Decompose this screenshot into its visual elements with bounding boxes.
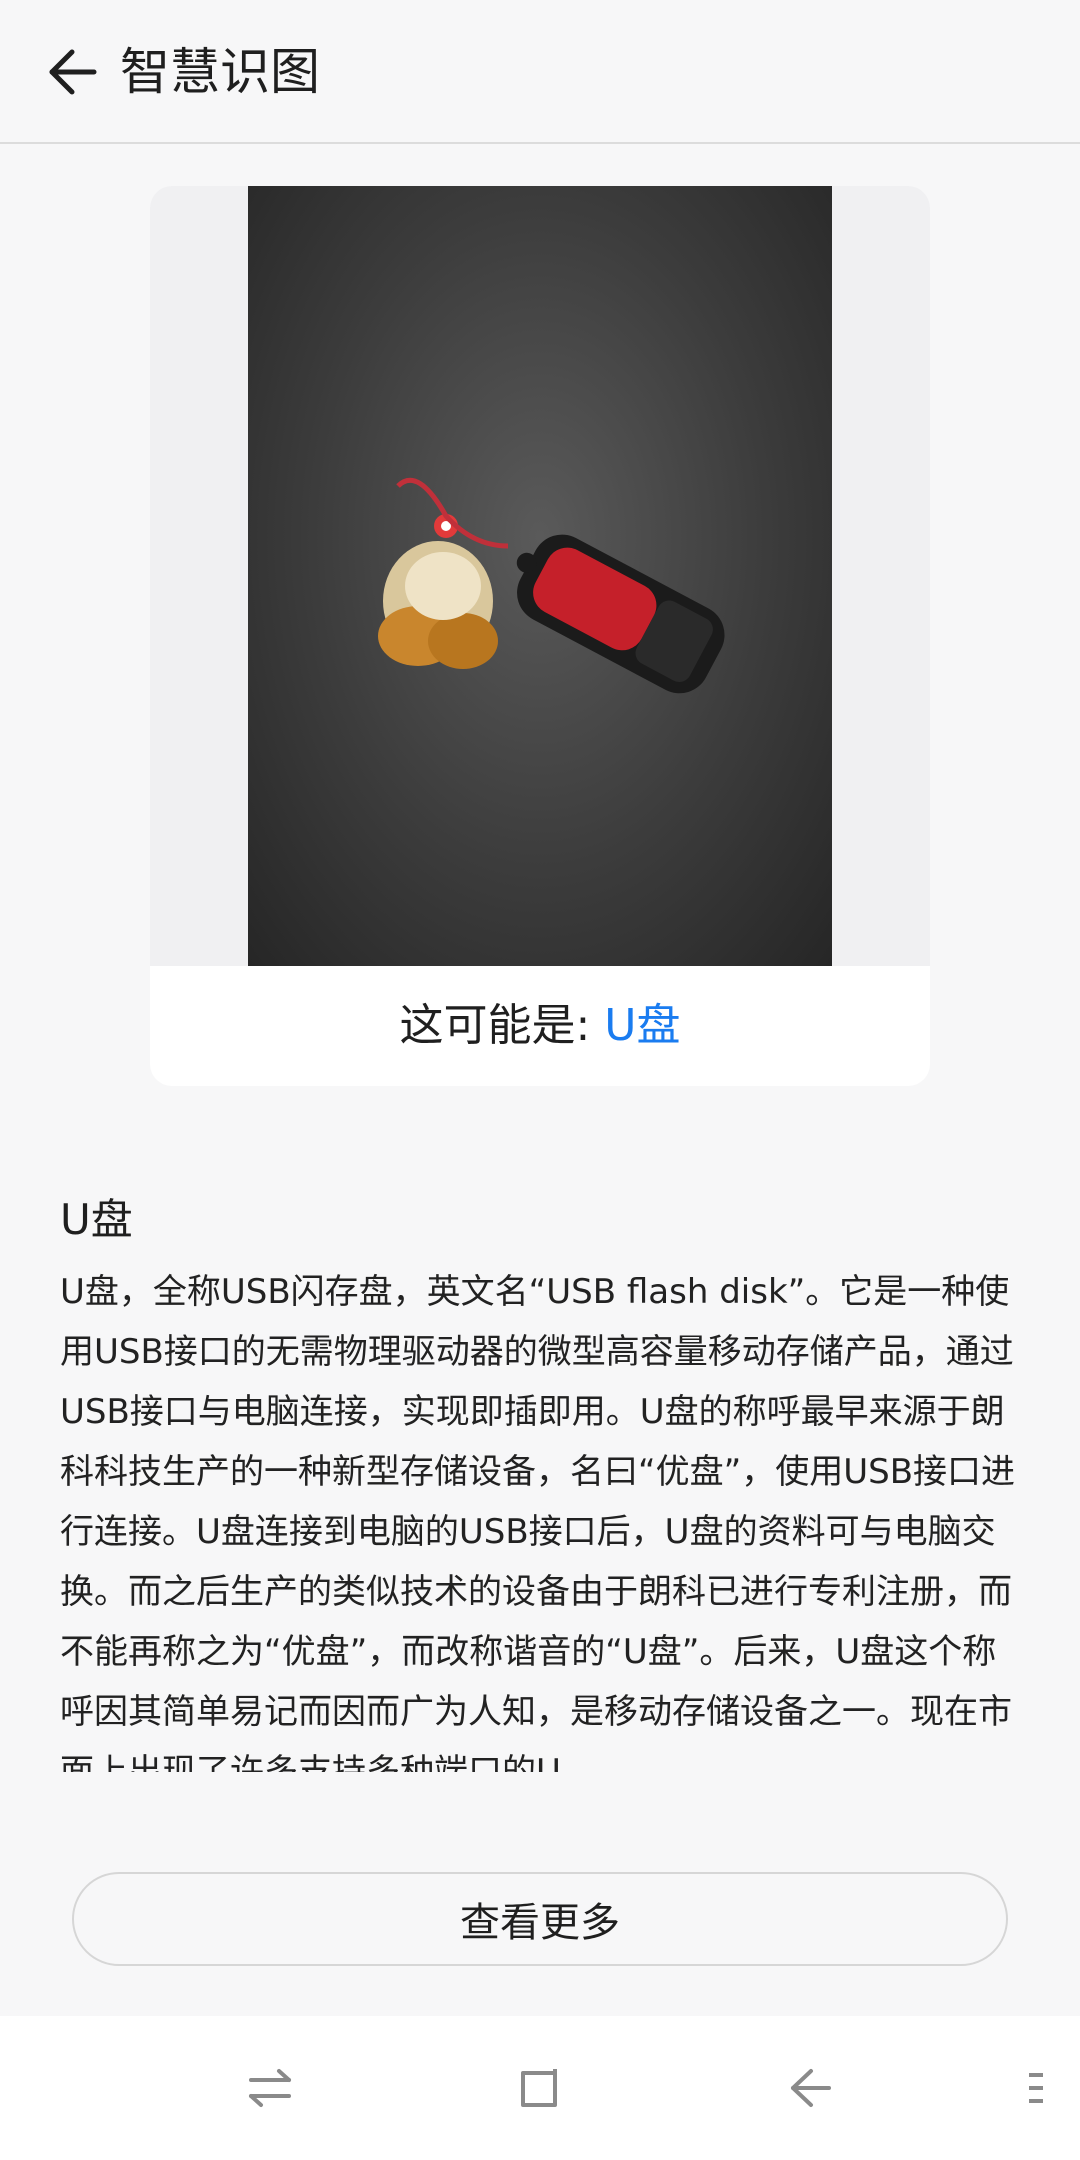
article-body: U盘，全称USB闪存盘，英文名“USB flash disk”。它是一种使用US…: [60, 1272, 1016, 1772]
triangle-back-icon: [791, 2069, 831, 2107]
nav-menu-button[interactable]: [1000, 2052, 1072, 2124]
result-prefix: 这可能是:: [399, 1000, 605, 1051]
result-line: 这可能是: U盘: [150, 996, 930, 1056]
swap-arrows-icon: [249, 2069, 291, 2107]
result-link[interactable]: U盘: [604, 1000, 680, 1051]
recognition-card: 这可能是: U盘: [150, 186, 930, 1086]
article-title: U盘: [60, 1195, 133, 1244]
page-title: 智慧识图: [120, 43, 320, 101]
system-nav-bar: [0, 2016, 1080, 2160]
nav-back-button[interactable]: [774, 2052, 846, 2124]
nav-home-button[interactable]: [504, 2052, 576, 2124]
nav-switch-button[interactable]: [234, 2052, 306, 2124]
square-icon: [521, 2069, 557, 2107]
app-bar: 智慧识图: [0, 0, 1080, 144]
arrow-left-icon: [49, 49, 97, 95]
photo-content: [378, 477, 725, 694]
article-body-container: U盘，全称USB闪存盘，英文名“USB flash disk”。它是一种使用US…: [60, 1262, 1026, 1772]
back-button[interactable]: [36, 36, 108, 108]
menu-dots-icon: [1029, 2073, 1043, 2103]
captured-photo[interactable]: [248, 186, 832, 966]
view-more-button[interactable]: 查看更多: [72, 1872, 1008, 1966]
photo-area: [150, 186, 930, 966]
